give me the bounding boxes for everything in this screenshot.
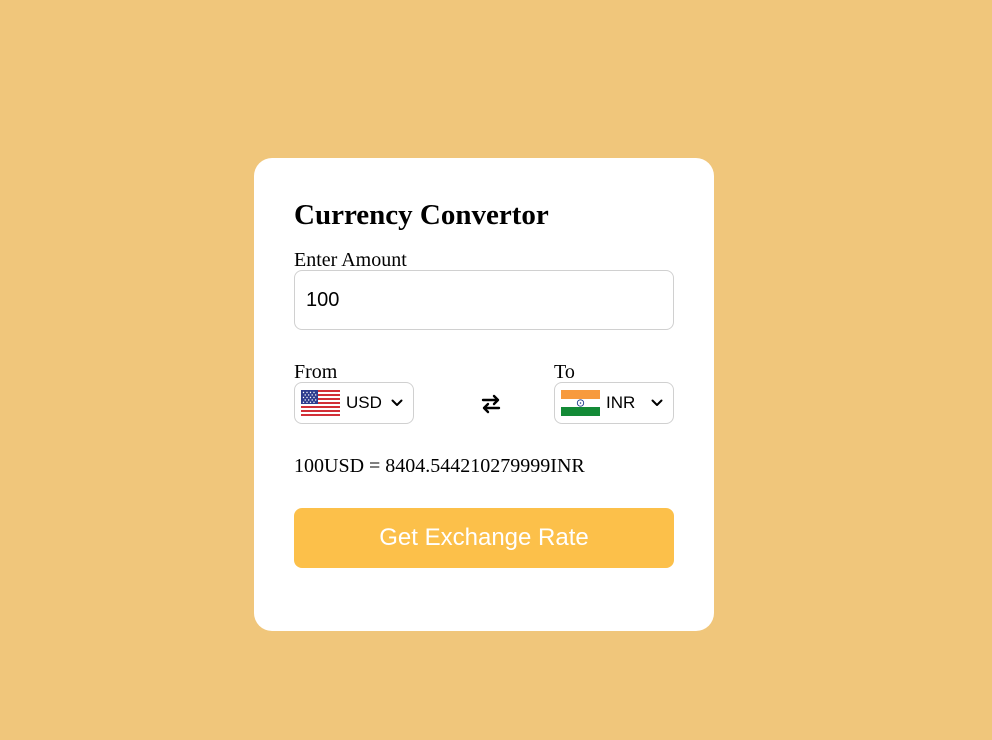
india-flag-icon: [561, 390, 600, 416]
amount-label: Enter Amount: [294, 249, 407, 271]
us-flag-icon: [301, 390, 340, 416]
from-label: From: [294, 361, 338, 383]
chevron-down-icon: [651, 399, 663, 406]
chevron-down-icon: [391, 399, 403, 406]
from-group: From USD: [294, 362, 414, 424]
amount-input[interactable]: [294, 270, 674, 330]
to-group: To INR: [554, 362, 674, 424]
page-title: Currency Convertor: [294, 199, 549, 231]
currency-row: From USD To INR: [294, 362, 674, 424]
conversion-result: 100USD = 8404.544210279999INR: [294, 455, 585, 477]
to-currency-select[interactable]: INR: [554, 382, 674, 424]
get-exchange-rate-button[interactable]: Get Exchange Rate: [294, 508, 674, 568]
to-label: To: [554, 361, 575, 383]
to-currency-code: INR: [606, 393, 636, 412]
swap-arrows-icon[interactable]: [479, 392, 503, 416]
from-currency-code: USD: [346, 393, 382, 412]
from-currency-select[interactable]: USD: [294, 382, 414, 424]
converter-card: Currency Convertor Enter Amount From: [254, 158, 714, 631]
